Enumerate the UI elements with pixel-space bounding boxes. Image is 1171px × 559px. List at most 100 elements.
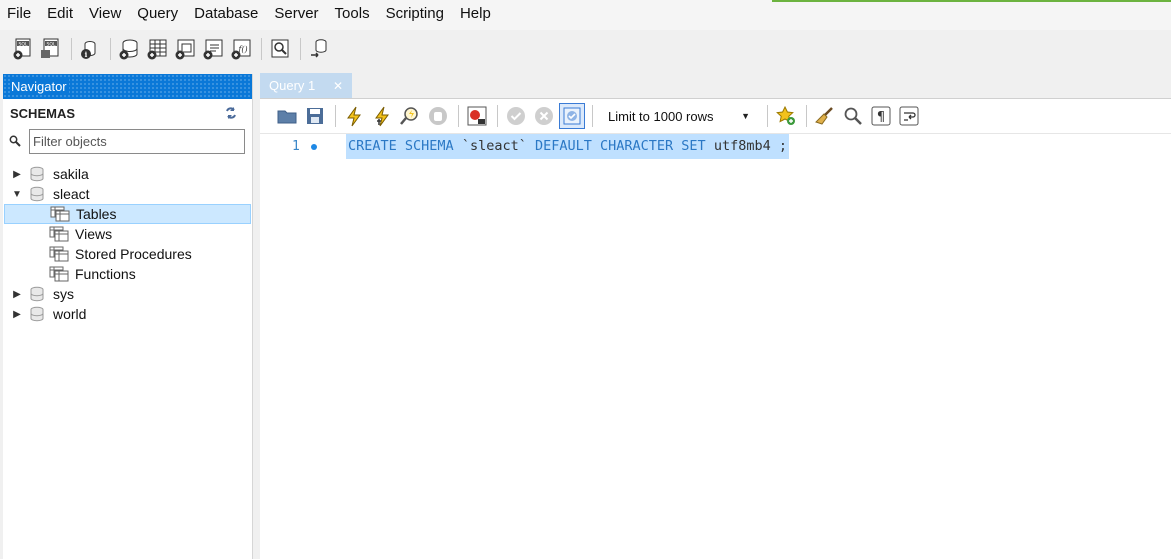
- line-number: 1: [292, 139, 300, 154]
- rollback-button[interactable]: [531, 103, 557, 129]
- stop-hand-icon: [429, 107, 447, 125]
- reconnect-button[interactable]: [306, 36, 332, 62]
- magnifier-icon: [844, 107, 862, 125]
- autocommit-icon: [563, 107, 581, 125]
- main-toolbar: SQL SQL i f(): [0, 30, 1171, 68]
- star-plus-icon: [776, 105, 795, 125]
- toolbar-separator: [110, 38, 111, 60]
- menu-query[interactable]: Query: [130, 0, 187, 30]
- check-circle-icon: [507, 107, 525, 125]
- navigator-title: Navigator: [11, 79, 69, 94]
- expand-arrow-icon[interactable]: ▶: [11, 169, 23, 180]
- menu-database[interactable]: Database: [187, 0, 267, 30]
- execute-current-button[interactable]: [369, 103, 395, 129]
- schema-sleact[interactable]: ▼ sleact: [3, 184, 252, 204]
- info-icon: i: [81, 41, 96, 59]
- close-icon[interactable]: ✕: [333, 79, 343, 93]
- toolbar-separator: [497, 105, 498, 127]
- menu-help[interactable]: Help: [453, 0, 500, 30]
- filter-objects-input[interactable]: [29, 128, 245, 154]
- menu-tools[interactable]: Tools: [328, 0, 379, 30]
- tab-query-1[interactable]: Query 1 ✕: [260, 73, 352, 98]
- tree-item-label: Stored Procedures: [75, 246, 192, 262]
- statement-marker-icon: [311, 144, 317, 150]
- beautify-button[interactable]: [812, 103, 838, 129]
- limit-rows-select[interactable]: Limit to 1000 rows ▼: [602, 104, 756, 128]
- menu-edit[interactable]: Edit: [40, 0, 82, 30]
- svg-text:SQL: SQL: [19, 41, 28, 47]
- menu-server[interactable]: Server: [267, 0, 327, 30]
- commit-button[interactable]: [503, 103, 529, 129]
- lightning-icon: [347, 106, 361, 127]
- menu-view[interactable]: View: [82, 0, 130, 30]
- add-snippet-button[interactable]: [773, 103, 799, 129]
- tab-bar-fill: [352, 73, 1171, 98]
- collapse-arrow-icon[interactable]: ▼: [11, 189, 23, 200]
- sql-charset: utf8mb4 ;: [713, 138, 787, 154]
- tree-item-views[interactable]: Views: [3, 224, 252, 244]
- tree-item-tables[interactable]: Tables: [4, 204, 251, 224]
- toolbar-separator: [767, 105, 768, 127]
- status-line: [772, 0, 1171, 2]
- save-button[interactable]: [302, 103, 328, 129]
- expand-arrow-icon[interactable]: ▶: [11, 289, 23, 300]
- open-sql-icon: SQL: [41, 38, 59, 58]
- search-table-data-button[interactable]: [267, 36, 293, 62]
- schema-sakila[interactable]: ▶ sakila: [3, 164, 252, 184]
- toolbar-separator: [71, 38, 72, 60]
- tree-item-label: Views: [75, 226, 113, 242]
- create-table-button[interactable]: [144, 36, 170, 62]
- menu-scripting[interactable]: Scripting: [379, 0, 453, 30]
- create-function-icon: f(): [231, 39, 251, 60]
- schema-name: sys: [53, 286, 74, 302]
- schema-world[interactable]: ▶ world: [3, 304, 252, 324]
- broom-icon: [815, 107, 833, 125]
- toolbar-separator: [458, 105, 459, 127]
- sql-keyword: CREATE SCHEMA: [348, 138, 454, 154]
- limit-rows-value: Limit to 1000 rows: [608, 108, 714, 124]
- word-wrap-icon: [899, 106, 919, 126]
- views-folder-icon: [49, 226, 69, 242]
- execute-button[interactable]: [341, 103, 367, 129]
- explain-button[interactable]: [397, 103, 423, 129]
- tree-item-functions[interactable]: Functions: [3, 264, 252, 284]
- sql-editor[interactable]: 1 CREATE SCHEMA `sleact` DEFAULT CHARACT…: [260, 134, 1171, 554]
- new-sql-tab-button[interactable]: SQL: [10, 36, 36, 62]
- create-view-icon: [175, 39, 195, 60]
- create-procedure-button[interactable]: [200, 36, 226, 62]
- open-file-button[interactable]: [274, 103, 300, 129]
- chevron-down-icon: ▼: [741, 111, 750, 121]
- toggle-word-wrap-button[interactable]: [896, 103, 922, 129]
- refresh-icon[interactable]: [224, 106, 238, 120]
- inspector-button[interactable]: i: [77, 36, 103, 62]
- svg-text:i: i: [85, 50, 88, 59]
- toggle-continue-on-error-button[interactable]: [464, 103, 490, 129]
- sql-statement[interactable]: CREATE SCHEMA `sleact` DEFAULT CHARACTER…: [346, 134, 789, 159]
- menu-file[interactable]: File: [0, 0, 40, 30]
- svg-text:¶: ¶: [877, 110, 885, 125]
- schema-sys[interactable]: ▶ sys: [3, 284, 252, 304]
- functions-folder-icon: [49, 266, 69, 282]
- tables-folder-icon: [50, 206, 70, 222]
- create-function-button[interactable]: f(): [228, 36, 254, 62]
- folder-icon: [277, 110, 297, 124]
- mysql-workbench-window: File Edit View Query Database Server Too…: [0, 0, 1171, 559]
- sql-identifier: `sleact`: [461, 138, 527, 154]
- cancel-circle-icon: [535, 107, 553, 125]
- toggle-invisible-chars-button[interactable]: ¶: [868, 103, 894, 129]
- open-sql-script-button[interactable]: SQL: [38, 36, 64, 62]
- tree-item-label: Tables: [76, 206, 117, 222]
- procedures-folder-icon: [49, 246, 69, 262]
- expand-arrow-icon[interactable]: ▶: [11, 309, 23, 320]
- autocommit-toggle-button[interactable]: [559, 103, 585, 129]
- toolbar-separator: [261, 38, 262, 60]
- stop-button[interactable]: [425, 103, 451, 129]
- create-view-button[interactable]: [172, 36, 198, 62]
- schema-name: sleact: [53, 186, 90, 202]
- schemas-label: SCHEMAS: [10, 105, 76, 121]
- find-replace-button[interactable]: [840, 103, 866, 129]
- database-icon: [30, 286, 44, 302]
- create-schema-button[interactable]: [116, 36, 142, 62]
- lightning-cursor-icon: [375, 106, 389, 127]
- tree-item-stored-procedures[interactable]: Stored Procedures: [3, 244, 252, 264]
